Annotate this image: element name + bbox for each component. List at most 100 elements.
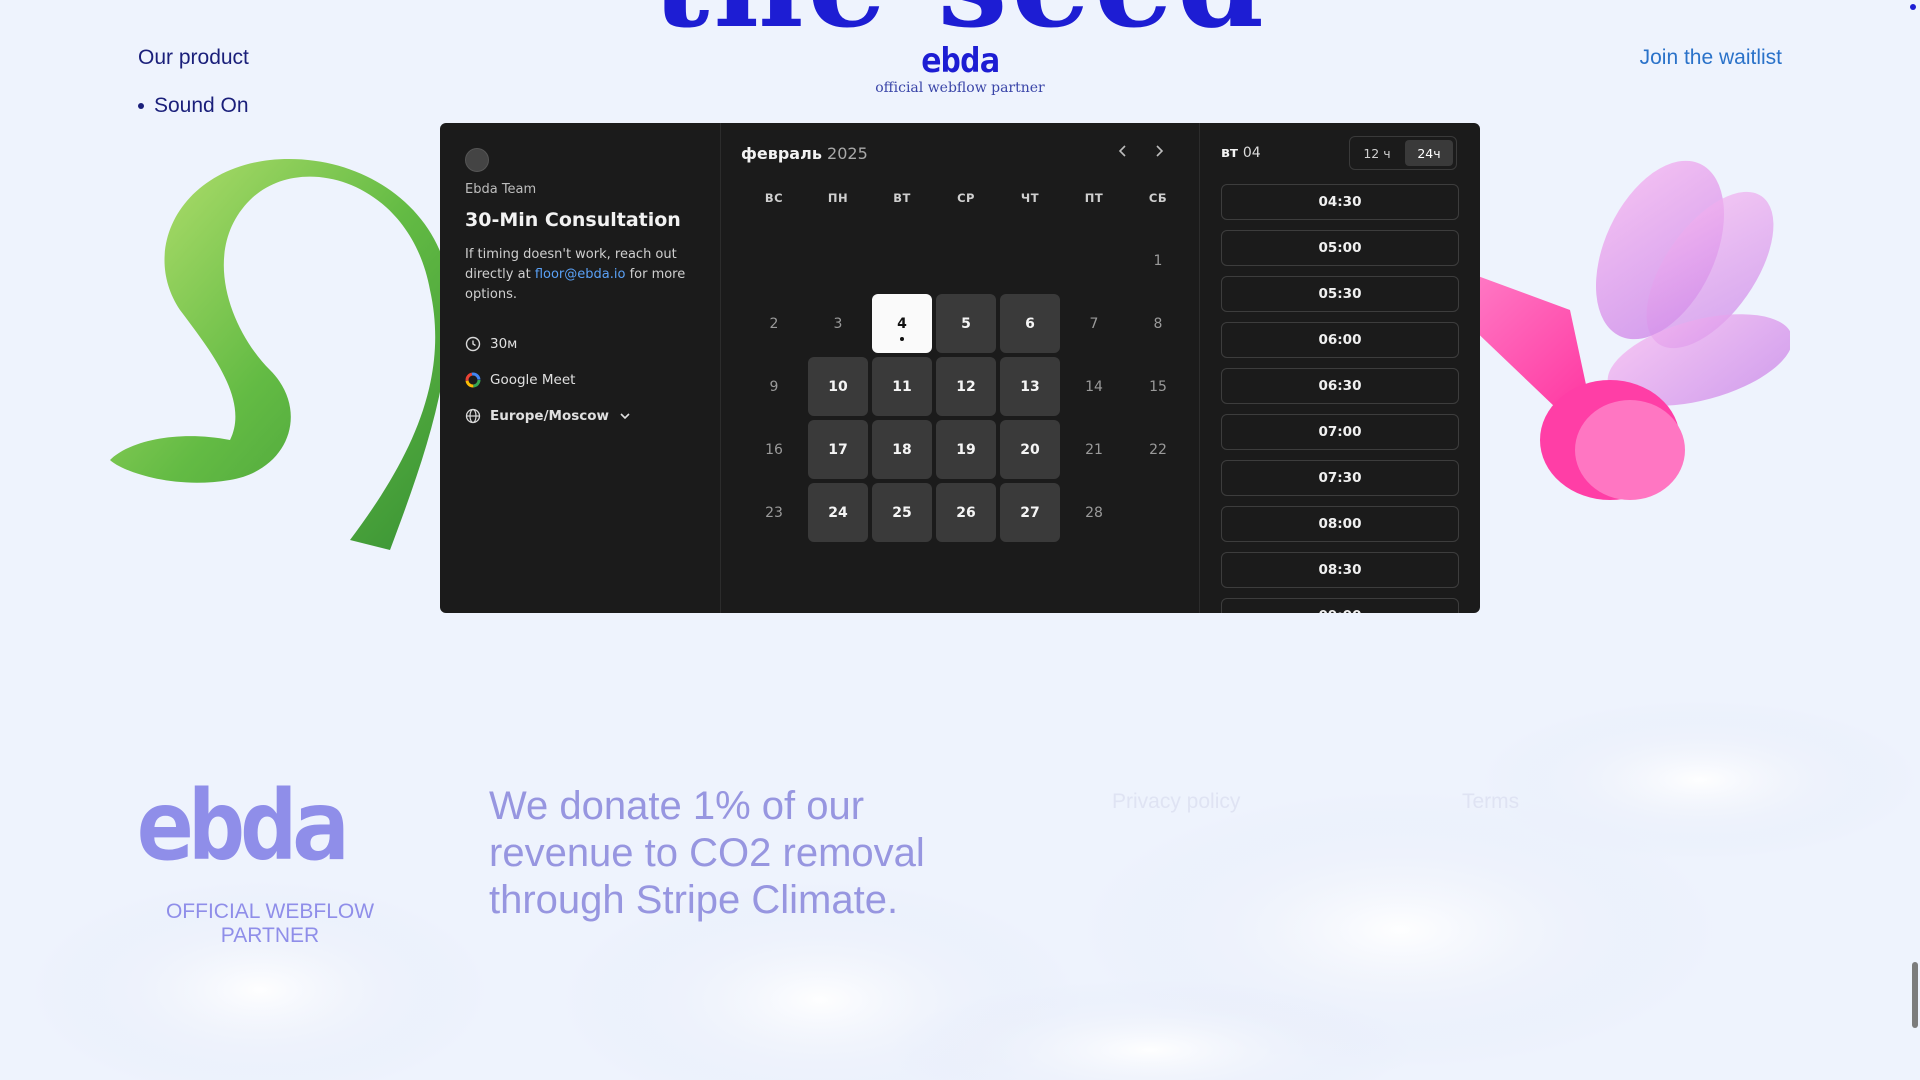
calendar-blank	[934, 229, 998, 292]
duration-label: 30м	[490, 336, 518, 352]
nav-sound-on[interactable]: Sound On	[138, 94, 249, 118]
time-format-toggle: 12 ч 24ч	[1349, 136, 1457, 170]
weekday-label: СР	[957, 191, 975, 205]
calendar-panel: февраль 2025 ВС ПН ВТ СР ЧТ ПТ СБ 1 2 3 4 5 6 7 8 9 10 1…	[721, 123, 1200, 613]
terms-link[interactable]: Terms	[1462, 790, 1519, 814]
calendar-year: 2025	[827, 144, 868, 163]
calendar-month-heading: февраль 2025	[741, 144, 868, 163]
privacy-policy-link[interactable]: Privacy policy	[1112, 790, 1240, 814]
nav-sound-on-label: Sound On	[154, 94, 249, 117]
calendar-day[interactable]: 17	[808, 420, 868, 479]
calendar-day: 1	[1153, 252, 1163, 269]
time-slot-list: 04:30 05:00 05:30 06:00 06:30 07:00 07:30 08:00…	[1221, 184, 1459, 613]
avatar	[465, 148, 489, 172]
calendar-day: 3	[833, 315, 843, 332]
format-24h-option[interactable]: 24ч	[1405, 140, 1453, 166]
calendar-day: 2	[769, 315, 779, 332]
selected-weekday: вт	[1221, 145, 1238, 161]
corner-dot	[1910, 4, 1916, 10]
weekday-label: ПТ	[1084, 191, 1104, 205]
weekday-label: ВС	[764, 191, 784, 205]
duration-row: 30м	[465, 336, 517, 352]
calendar-day[interactable]: 6	[1000, 294, 1060, 353]
calendar-day: 14	[1085, 378, 1103, 395]
weekday-label: ПН	[827, 191, 849, 205]
timezone-label: Europe/Moscow	[490, 408, 610, 424]
calendar-day[interactable]: 5	[936, 294, 996, 353]
next-month-button[interactable]	[1150, 143, 1168, 162]
calendar-day: 23	[765, 504, 783, 521]
time-slot-button[interactable]: 08:00	[1221, 506, 1459, 542]
time-slot-button[interactable]: 05:00	[1221, 230, 1459, 266]
weekday-label: ЧТ	[1020, 191, 1040, 205]
booking-widget: Ebda Team 30-Min Consultation If timing …	[440, 123, 1480, 613]
time-slot-button[interactable]: 07:00	[1221, 414, 1459, 450]
chevron-left-icon	[1118, 145, 1126, 157]
bullet-dot	[138, 103, 144, 109]
event-description: If timing doesn't work, reach out direct…	[465, 245, 695, 305]
nav-our-product[interactable]: Our product	[138, 46, 249, 70]
time-slot-button[interactable]: 07:30	[1221, 460, 1459, 496]
calendar-blank	[806, 229, 870, 292]
calendar-day: 15	[1149, 378, 1167, 395]
weekday-label: СБ	[1148, 191, 1168, 205]
time-slot-button[interactable]: 08:30	[1221, 552, 1459, 588]
join-waitlist-link[interactable]: Join the waitlist	[1640, 46, 1782, 70]
timezone-selector[interactable]: Europe/Moscow	[465, 408, 632, 424]
google-meet-icon	[465, 372, 481, 388]
format-12h-option[interactable]: 12 ч	[1353, 140, 1401, 166]
event-title: 30-Min Consultation	[465, 209, 681, 231]
page-scrollbar[interactable]	[1912, 962, 1918, 1028]
calendar-month: февраль	[741, 144, 822, 163]
calendar-day[interactable]: 24	[808, 483, 868, 542]
footer-logo[interactable]: ebda	[136, 778, 349, 874]
clock-icon	[465, 336, 481, 352]
weekday-label: ВТ	[893, 191, 911, 205]
calendar-day[interactable]: 13	[1000, 357, 1060, 416]
calendar-blank	[998, 229, 1062, 292]
calendar-day[interactable]: 12	[936, 357, 996, 416]
footer-tagline: OFFICIAL WEBFLOW PARTNER	[165, 900, 375, 947]
contact-email-link[interactable]: floor@ebda.io	[535, 267, 626, 282]
team-name: Ebda Team	[465, 182, 537, 197]
chevron-down-icon	[620, 413, 630, 420]
time-slots-panel: вт 04 12 ч 24ч 04:30 05:00 05:30 06:00 06:30…	[1200, 123, 1480, 613]
prev-month-button[interactable]	[1114, 143, 1132, 162]
time-slot-button[interactable]: 06:30	[1221, 368, 1459, 404]
calendar-day[interactable]: 19	[936, 420, 996, 479]
calendar-day[interactable]: 26	[936, 483, 996, 542]
chevron-right-icon	[1156, 145, 1164, 157]
calendar-day: 16	[765, 441, 783, 458]
calendar-blank	[1062, 229, 1126, 292]
hero-heading: the seed	[560, 0, 1360, 46]
time-slot-button[interactable]: 09:00	[1221, 598, 1459, 613]
calendar-day[interactable]: 18	[872, 420, 932, 479]
calendar-day[interactable]: 25	[872, 483, 932, 542]
calendar-day: 9	[769, 378, 779, 395]
calendar-day: 7	[1089, 315, 1099, 332]
brand-tagline: official webflow partner	[875, 80, 1045, 96]
calendar-day[interactable]: 27	[1000, 483, 1060, 542]
brand-logo-text: ebda	[921, 41, 1000, 81]
selected-day-number: 04	[1242, 145, 1261, 161]
selected-day-label: вт 04	[1221, 145, 1261, 161]
calendar-day[interactable]: 11	[872, 357, 932, 416]
calendar-day[interactable]: 10	[808, 357, 868, 416]
calendar-day: 22	[1149, 441, 1167, 458]
calendar-day: 8	[1153, 315, 1163, 332]
calendar-blank	[870, 229, 934, 292]
time-slot-button[interactable]: 06:00	[1221, 322, 1459, 358]
location-row: Google Meet	[465, 372, 575, 388]
calendar-day: 21	[1085, 441, 1103, 458]
globe-icon	[465, 408, 481, 424]
calendar-day[interactable]: 20	[1000, 420, 1060, 479]
green-ribbon-decoration	[110, 159, 450, 550]
calendar-days-grid: 1 2 3 4 5 6 7 8 9 10 11 12 13 14 15 16 17 18 19 20 21 22 23 24 2…	[742, 229, 1188, 544]
calendar-day-selected[interactable]: 4	[872, 294, 932, 353]
calendar-blank	[742, 229, 806, 292]
brand-logo[interactable]: ebda official webflow partner	[860, 44, 1060, 96]
calendar-day: 28	[1085, 504, 1103, 521]
weekday-header: ВС ПН ВТ СР ЧТ ПТ СБ	[742, 191, 1188, 205]
time-slot-button[interactable]: 05:30	[1221, 276, 1459, 312]
time-slot-button[interactable]: 04:30	[1221, 184, 1459, 220]
